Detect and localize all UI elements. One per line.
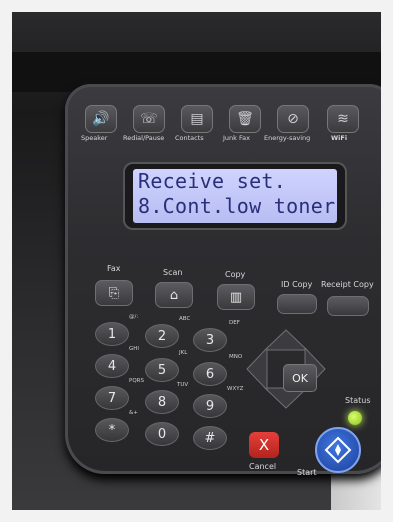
fax-label: Fax [107,264,121,273]
key-1[interactable]: 1 [95,322,129,346]
redial-pause-label: Redial/Pause [123,134,165,142]
wifi-icon: ≋ [337,111,349,127]
lcd-bezel: Receive set. 8.Cont.low toner [123,162,347,230]
fax-button[interactable]: ⎘ [95,280,133,306]
receipt-copy-label: Receipt Copy [321,280,374,289]
junk-fax-label: Junk Fax [223,134,250,142]
contacts-icon: ▤ [190,111,204,127]
key-7[interactable]: 7 [95,386,129,410]
key-3-letters: DEF [229,320,240,326]
fax-icon: ⎘ [108,285,120,301]
status-label: Status [345,396,371,405]
lcd-line-1: Receive set. [138,169,287,193]
key-3[interactable]: 3 [193,328,227,352]
key-4-letters: GHI [129,346,140,352]
wifi-label: WiFi [331,134,348,142]
cancel-icon: X [258,436,270,454]
scan-icon: ⌂ [169,287,179,303]
ok-button[interactable]: OK [283,364,317,392]
scan-label: Scan [163,268,183,277]
speaker-label: Speaker [81,134,108,142]
key-star-letters: &+ [129,410,138,416]
copy-label: Copy [225,270,246,279]
key-6-letters: MNO [229,354,243,360]
id-copy-label: ID Copy [281,280,313,289]
photo-background: 🔊 Speaker ☏ Redial/Pause ▤ Contacts 🗑 Ju… [12,12,381,510]
energy-saving-button[interactable]: ⊘ [277,105,309,133]
key-1-letters: @/: [129,314,139,320]
key-4[interactable]: 4 [95,354,129,378]
speaker-icon: 🔊 [92,111,110,127]
cancel-label: Cancel [249,462,277,471]
cancel-button[interactable]: X [249,432,279,458]
nav-up-button[interactable] [263,329,309,351]
status-led [348,411,362,425]
receipt-copy-button[interactable] [327,296,369,316]
key-5-letters: JKL [179,350,188,356]
start-label: Start [297,468,317,477]
key-star[interactable]: * [95,418,129,442]
start-button[interactable] [315,427,361,473]
junk-fax-icon: 🗑 [236,111,254,127]
lcd-display: Receive set. 8.Cont.low toner [133,169,337,223]
key-8-letters: TUV [177,382,189,388]
junk-fax-button[interactable]: 🗑 [229,105,261,133]
scan-button[interactable]: ⌂ [155,282,193,308]
wifi-button[interactable]: ≋ [327,105,359,133]
copy-icon: ▥ [229,289,243,305]
copy-button[interactable]: ▥ [217,284,255,310]
key-hash[interactable]: # [193,426,227,450]
id-copy-button[interactable] [277,294,317,314]
key-2-letters: ABC [179,316,191,322]
contacts-button[interactable]: ▤ [181,105,213,133]
key-0[interactable]: 0 [145,422,179,446]
contacts-label: Contacts [175,134,204,142]
key-2[interactable]: 2 [145,324,179,348]
lcd-line-2: 8.Cont.low toner [138,194,336,218]
key-6[interactable]: 6 [193,362,227,386]
key-8[interactable]: 8 [145,390,179,414]
key-5[interactable]: 5 [145,358,179,382]
key-7-letters: PQRS [129,378,144,384]
redial-pause-icon: ☏ [140,111,158,127]
nav-left-button[interactable] [246,346,268,392]
energy-saving-label: Energy-saving [264,134,311,142]
key-9-letters: WXYZ [227,386,244,392]
speaker-button[interactable]: 🔊 [85,105,117,133]
printer-control-panel: 🔊 Speaker ☏ Redial/Pause ▤ Contacts 🗑 Ju… [65,84,381,477]
start-icon [324,436,352,464]
key-9[interactable]: 9 [193,394,227,418]
redial-pause-button[interactable]: ☏ [133,105,165,133]
energy-saving-icon: ⊘ [287,111,299,127]
